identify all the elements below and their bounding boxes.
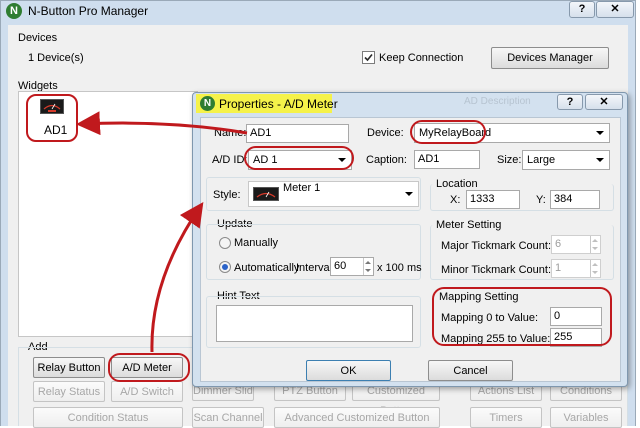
behind-column-header: AD Description	[464, 96, 531, 107]
caption-input[interactable]: AD1	[414, 150, 480, 169]
size-select[interactable]: Large	[522, 150, 610, 170]
interval-value: 60	[334, 260, 347, 272]
stepper-arrows-icon[interactable]	[363, 258, 373, 275]
minor-tick-stepper[interactable]: 1	[551, 259, 601, 278]
y-label: Y:	[536, 194, 546, 206]
size-label: Size:	[497, 154, 522, 166]
chevron-down-icon	[405, 192, 413, 196]
add-scan-channel-button[interactable]: Scan Channel	[192, 407, 264, 428]
chevron-down-icon	[596, 158, 604, 162]
annotation-widget-highlight	[26, 94, 78, 142]
automatically-label: Automatically	[234, 262, 300, 274]
add-relay-button[interactable]: Relay Button	[33, 357, 105, 378]
manually-label: Manually	[234, 237, 279, 249]
device-label: Device:	[367, 127, 404, 139]
y-input[interactable]: 384	[550, 190, 600, 209]
window-title: N-Button Pro Manager	[28, 4, 149, 18]
keep-connection-checkbox[interactable]	[362, 51, 375, 64]
annotation-mapping-highlight	[432, 287, 612, 346]
annotation-adid-highlight	[244, 146, 354, 170]
dialog-title: Properties - A/D Meter	[219, 97, 338, 111]
major-tick-stepper[interactable]: 6	[551, 235, 601, 254]
stepper-arrows-icon[interactable]	[590, 236, 600, 253]
close-icon: ✕	[610, 3, 620, 15]
style-select[interactable]: Meter 1	[248, 181, 419, 207]
keep-connection-label: Keep Connection	[379, 52, 464, 64]
add-ad-switch-button[interactable]: A/D Switch	[111, 381, 183, 402]
meter-style-icon	[253, 187, 279, 201]
adid-label: A/D ID:	[212, 154, 248, 166]
dialog-logo-icon: N	[200, 96, 215, 111]
x-label: X:	[450, 194, 461, 206]
x-input[interactable]: 1333	[466, 190, 520, 209]
interval-unit: x 100 ms	[377, 262, 422, 274]
size-select-value: Large	[527, 154, 556, 166]
automatically-radio[interactable]	[219, 261, 231, 273]
hint-text-area[interactable]	[216, 305, 413, 342]
add-variables-button[interactable]: Variables	[550, 407, 622, 428]
annotation-ad-meter-button-highlight	[108, 353, 190, 382]
dialog-help-button[interactable]: ?	[557, 94, 583, 110]
ok-button[interactable]: OK	[306, 360, 391, 381]
style-select-value: Meter 1	[283, 182, 321, 194]
add-condition-status-button[interactable]: Condition Status	[33, 407, 183, 428]
name-label: Name:	[214, 127, 247, 139]
help-button[interactable]: ?	[569, 1, 595, 18]
add-advanced-customized-button[interactable]: Advanced Customized Button	[274, 407, 440, 428]
cancel-button[interactable]: Cancel	[428, 360, 513, 381]
chevron-down-icon	[596, 131, 604, 135]
stepper-arrows-icon[interactable]	[590, 260, 600, 277]
dialog-close-button[interactable]: ✕	[585, 94, 623, 110]
annotation-device-highlight	[410, 120, 486, 144]
add-relay-status-button[interactable]: Relay Status	[33, 381, 105, 402]
close-button[interactable]: ✕	[596, 1, 634, 18]
manually-radio[interactable]	[219, 237, 231, 249]
minor-tick-value: 1	[555, 262, 562, 274]
name-input[interactable]: AD1	[246, 124, 349, 143]
devices-group-label: Devices	[18, 32, 58, 44]
app-logo-icon: N	[6, 3, 22, 19]
style-label: Style:	[213, 189, 241, 201]
device-count: 1 Device(s)	[28, 52, 84, 64]
minor-tick-label: Minor Tickmark Count:	[441, 264, 552, 276]
devices-manager-button[interactable]: Devices Manager	[491, 47, 609, 69]
checkmark-icon	[364, 53, 373, 62]
major-tick-value: 6	[555, 238, 562, 250]
major-tick-label: Major Tickmark Count:	[441, 240, 552, 252]
add-timers-button[interactable]: Timers	[470, 407, 542, 428]
caption-label: Caption:	[366, 154, 407, 166]
interval-stepper[interactable]: 60	[330, 257, 374, 276]
close-icon: ✕	[599, 96, 609, 108]
